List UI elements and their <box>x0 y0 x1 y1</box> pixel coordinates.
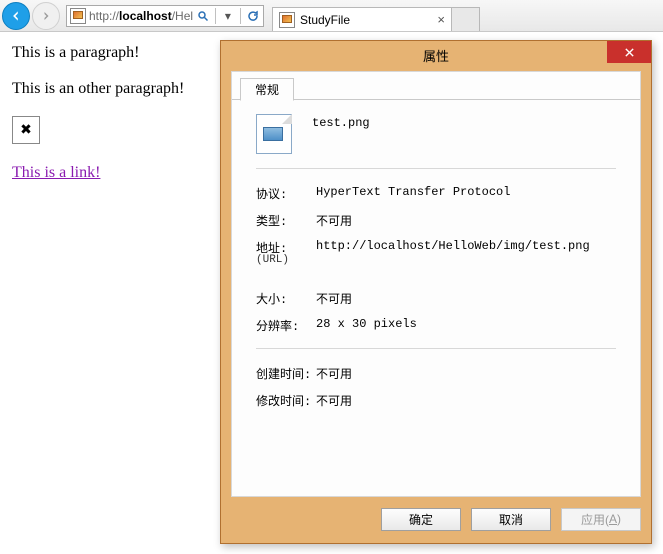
label-created: 创建时间: <box>256 365 316 382</box>
label-type: 类型: <box>256 212 316 229</box>
file-name: test.png <box>312 114 616 130</box>
ok-button[interactable]: 确定 <box>381 508 461 531</box>
divider <box>256 348 616 349</box>
dropdown-icon[interactable]: ▾ <box>221 7 235 25</box>
broken-image-icon[interactable]: ✖ <box>12 116 40 144</box>
file-type-icon <box>256 114 292 154</box>
page-icon <box>70 8 86 24</box>
dialog-title: 属性 <box>423 46 449 65</box>
page-link[interactable]: This is a link! <box>12 164 100 181</box>
arrow-left-icon <box>9 9 23 23</box>
properties-panel: test.png 协议: HyperText Transfer Protocol… <box>232 100 640 427</box>
cancel-button[interactable]: 取消 <box>471 508 551 531</box>
label-resolution: 分辨率: <box>256 317 316 334</box>
apply-button: 应用(A) <box>561 508 641 531</box>
value-type: 不可用 <box>316 212 616 229</box>
address-bar[interactable]: http://localhost/HelloWe ▾ <box>66 5 264 27</box>
arrow-right-icon <box>40 10 52 22</box>
value-size: 不可用 <box>316 290 616 307</box>
dialog-titlebar[interactable]: 属性 <box>221 41 651 69</box>
tab-general[interactable]: 常规 <box>240 78 294 101</box>
label-protocol: 协议: <box>256 185 316 202</box>
separator <box>215 8 216 24</box>
value-created: 不可用 <box>316 365 616 382</box>
dialog-close-button[interactable] <box>607 41 651 63</box>
label-modified: 修改时间: <box>256 392 316 409</box>
dialog-button-row: 确定 取消 应用(A) <box>231 503 641 535</box>
value-modified: 不可用 <box>316 392 616 409</box>
tab-title: StudyFile <box>300 13 350 27</box>
value-address: http://localhost/HelloWeb/img/test.png <box>316 239 616 253</box>
new-tab-button[interactable] <box>452 7 480 31</box>
value-protocol: HyperText Transfer Protocol <box>316 185 616 199</box>
label-address: 地址: (URL) <box>256 239 316 266</box>
divider <box>256 168 616 169</box>
value-resolution: 28 x 30 pixels <box>316 317 616 331</box>
browser-toolbar: http://localhost/HelloWe ▾ StudyFile × <box>0 0 663 32</box>
refresh-icon[interactable] <box>246 7 260 25</box>
tab-studyfile[interactable]: StudyFile × <box>272 7 452 31</box>
tab-strip: StudyFile × <box>272 0 480 31</box>
page-icon <box>279 12 295 28</box>
search-icon[interactable] <box>196 7 210 25</box>
nav-forward-button[interactable] <box>32 2 60 30</box>
url-text: http://localhost/HelloWe <box>89 9 193 23</box>
separator <box>240 8 241 24</box>
dialog-body: 常规 test.png 协议: HyperText Transfer Proto… <box>231 71 641 497</box>
properties-dialog: 属性 常规 test.png 协议: HyperText Transfer Pr… <box>220 40 652 544</box>
tab-close-icon[interactable]: × <box>437 13 445 26</box>
nav-back-button[interactable] <box>2 2 30 30</box>
close-icon <box>624 47 635 58</box>
label-size: 大小: <box>256 290 316 307</box>
dialog-tabstrip: 常规 <box>232 72 640 100</box>
